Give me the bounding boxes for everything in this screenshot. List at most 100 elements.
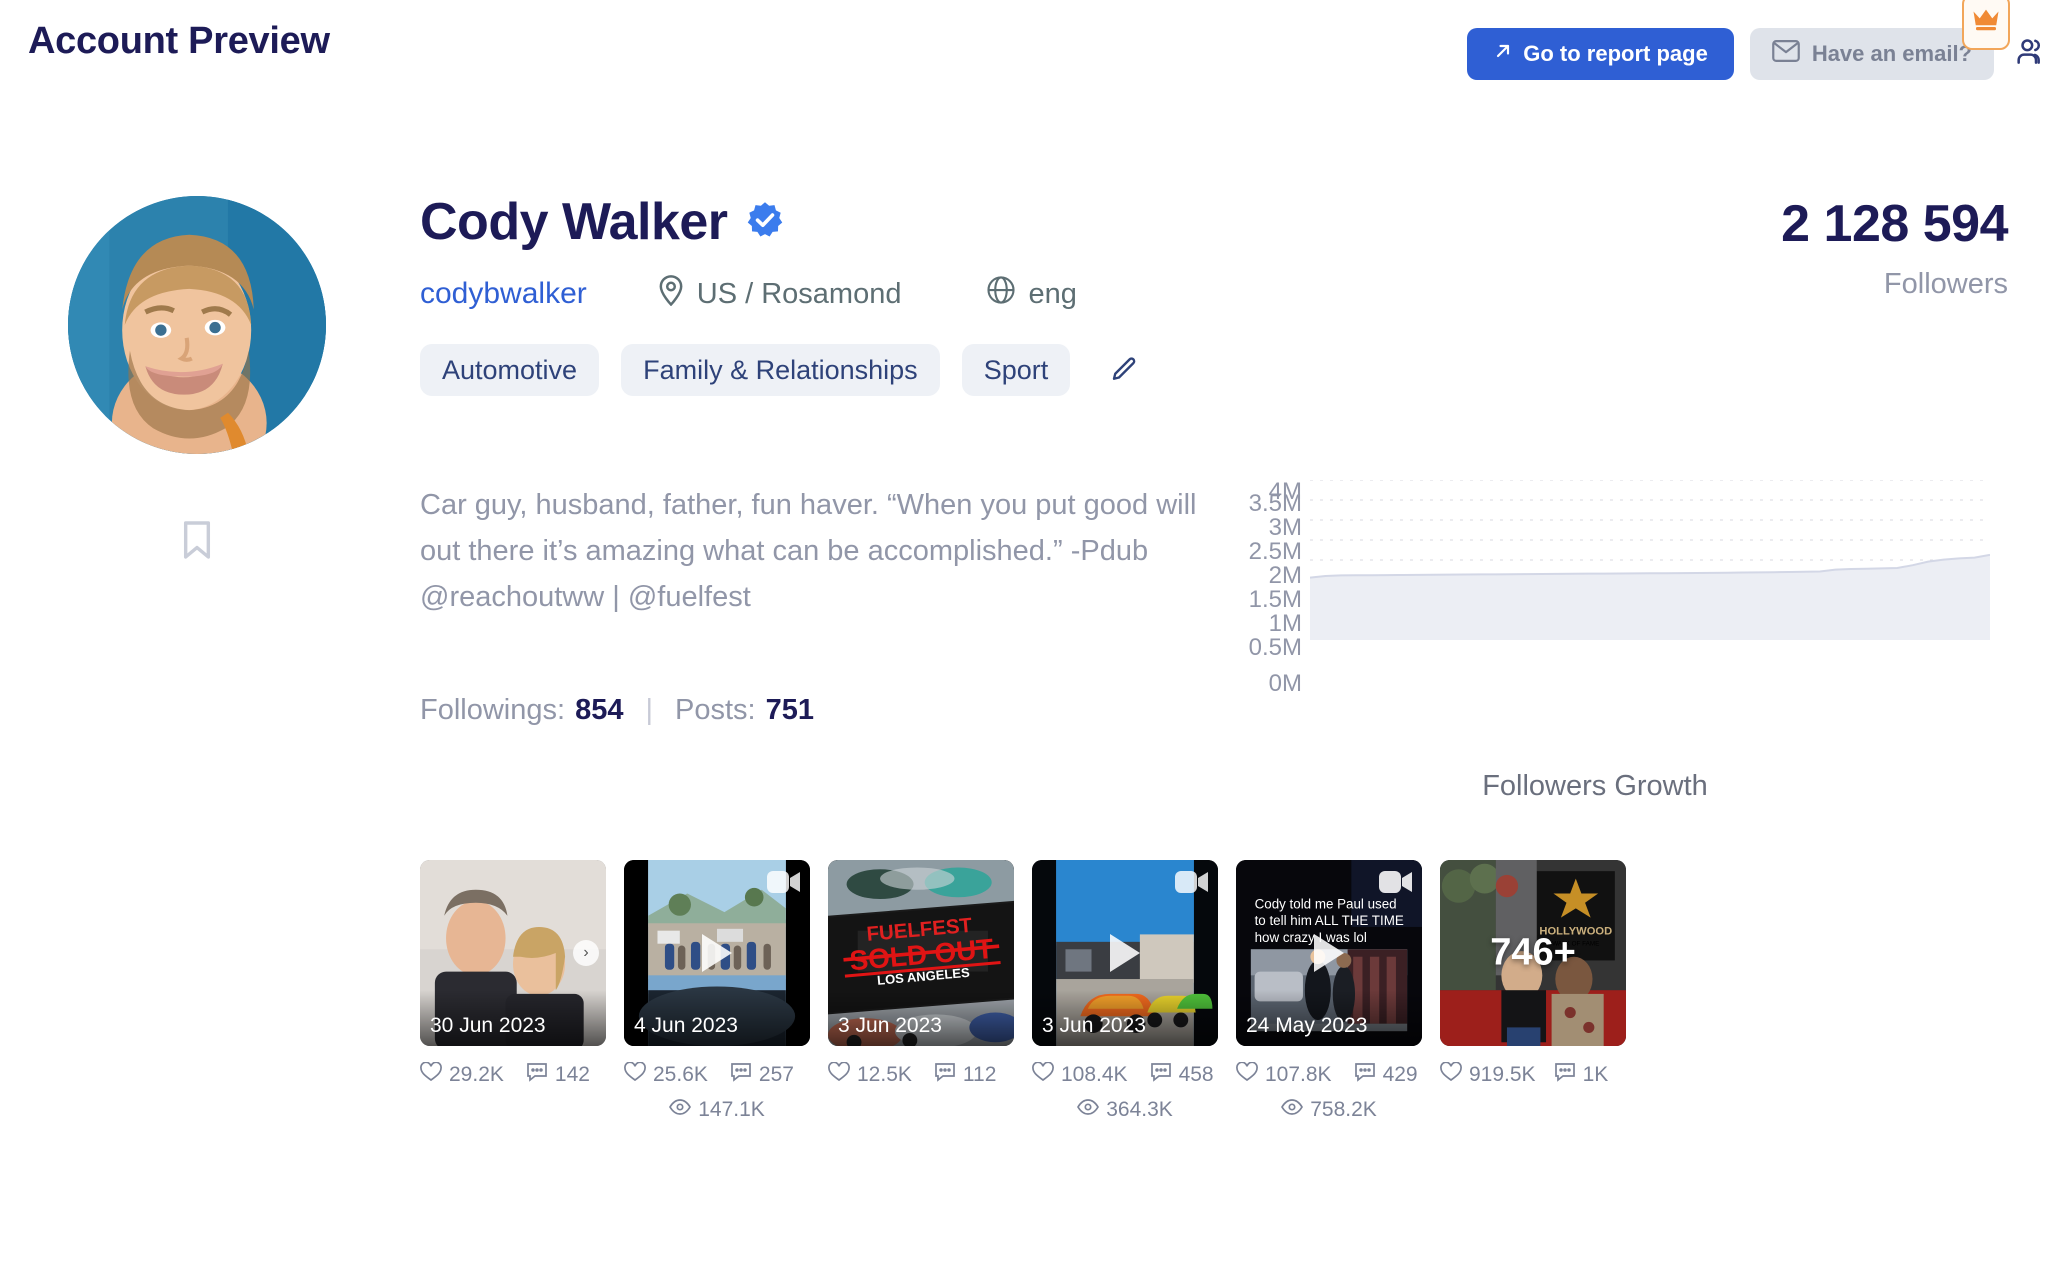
post-1-likes-value: 29.2K (449, 1063, 504, 1086)
post-1-likes: 29.2K (420, 1061, 504, 1088)
chart-y-tick: 0.5M (1248, 634, 1302, 661)
post-6-thumbnail[interactable]: HOLLYWOOD WALK OF FAME 746+ (1440, 860, 1626, 1046)
post-1-date: 30 Jun 2023 (420, 990, 606, 1046)
location-info: US / Rosamond (657, 274, 902, 314)
avatar-image (68, 196, 326, 454)
globe-icon (986, 275, 1016, 313)
have-an-email-label: Have an email? (1811, 41, 1972, 66)
comment-icon (526, 1062, 548, 1088)
svg-text:how crazy I was lol: how crazy I was lol (1255, 930, 1367, 945)
chart-y-axis: 4M 3.5M 3M 2.5M 2M 1.5M 1M 0.5M 0M (1200, 480, 1310, 696)
post-2-date: 4 Jun 2023 (624, 990, 810, 1046)
heart-icon (1440, 1061, 1462, 1088)
post-6-comments-value: 1K (1582, 1063, 1609, 1086)
followers-block: 2 128 594 Followers (1781, 198, 2008, 301)
pencil-icon[interactable] (1102, 348, 1146, 392)
tag-sport[interactable]: Sport (961, 344, 1071, 396)
chart-area-series (1310, 480, 1990, 640)
heart-icon (1032, 1061, 1054, 1088)
post-6-stats: 919.5K 1K (1440, 1061, 1626, 1088)
post-2-thumbnail[interactable]: 4 Jun 2023 (624, 860, 810, 1046)
heart-icon (1236, 1061, 1258, 1088)
heart-icon (420, 1061, 442, 1088)
bio-links: @reachoutww | @fuelfest (420, 581, 751, 613)
post-3-date: 3 Jun 2023 (828, 990, 1014, 1046)
identity-block: Cody Walker codybwalker US / Rosamond en… (420, 196, 1146, 396)
location-text: US / Rosamond (696, 277, 902, 310)
go-to-report-page-label: Go to report page (1523, 41, 1708, 66)
verified-badge-icon (746, 201, 784, 244)
profile-handle-link[interactable]: codybwalker (420, 277, 587, 311)
language-info: eng (986, 275, 1077, 313)
post-5: Cody told me Paul used to tell him ALL T… (1236, 860, 1422, 1132)
tags-row: Automotive Family & Relationships Sport (420, 344, 1146, 396)
post-2-comments-value: 257 (758, 1063, 794, 1086)
profile-avatar[interactable] (68, 196, 326, 454)
comment-icon (1554, 1062, 1576, 1088)
premium-crown-badge[interactable] (1962, 0, 2010, 50)
play-icon[interactable] (702, 934, 732, 972)
post-6-likes-value: 919.5K (1469, 1063, 1536, 1086)
post-3-likes-value: 12.5K (857, 1063, 912, 1086)
counts-row: Followings: 854 | Posts: 751 (420, 694, 814, 727)
post-5-likes: 107.8K (1236, 1061, 1332, 1088)
post-5-thumbnail[interactable]: Cody told me Paul used to tell him ALL T… (1236, 860, 1422, 1046)
language-text: eng (1028, 277, 1077, 310)
post-4-date: 3 Jun 2023 (1032, 990, 1218, 1046)
name-row: Cody Walker (420, 196, 1146, 248)
post-4-likes: 108.4K (1032, 1061, 1128, 1088)
chart-y-tick: 0M (1268, 670, 1302, 697)
post-5-views: 758.2K (1281, 1098, 1377, 1122)
post-2: 4 Jun 2023 25.6K 257 147.1K (624, 860, 810, 1132)
bookmark-icon[interactable] (180, 519, 214, 566)
post-4-comments: 458 (1150, 1062, 1214, 1088)
post-2-likes-value: 25.6K (653, 1063, 708, 1086)
tag-automotive[interactable]: Automotive (420, 344, 600, 396)
post-4-views: 364.3K (1077, 1098, 1173, 1122)
post-3-comments-value: 112 (962, 1063, 997, 1086)
page-title: Account Preview (28, 20, 330, 62)
bio-text: Car guy, husband, father, fun haver. “Wh… (420, 489, 1197, 567)
carousel-next-icon[interactable]: › (573, 940, 599, 966)
eye-icon (1077, 1098, 1100, 1122)
post-2-comments: 257 (730, 1062, 794, 1088)
followings-value: 854 (575, 694, 624, 726)
eye-icon (1281, 1098, 1304, 1122)
post-4-stats: 108.4K 458 364.3K (1032, 1061, 1218, 1122)
video-icon (1175, 869, 1209, 895)
post-4-thumbnail[interactable]: 3 Jun 2023 (1032, 860, 1218, 1046)
posts-value: 751 (765, 694, 814, 726)
play-icon[interactable] (1110, 934, 1140, 972)
comment-icon (1354, 1062, 1376, 1088)
avatar-column (62, 196, 332, 566)
have-an-email-button[interactable]: Have an email? (1749, 0, 2010, 80)
svg-text:to tell him ALL THE TIME: to tell him ALL THE TIME (1255, 913, 1404, 928)
people-icon[interactable] (2016, 36, 2048, 73)
chart-y-tick: 3.5M (1248, 490, 1302, 517)
post-4-likes-value: 108.4K (1061, 1063, 1128, 1086)
envelope-icon (1771, 40, 1800, 68)
followers-count: 2 128 594 (1781, 195, 2008, 253)
play-icon[interactable] (1314, 934, 1344, 972)
post-1: › 30 Jun 2023 29.2K 142 (420, 860, 606, 1132)
eye-icon (669, 1098, 692, 1122)
comment-icon (934, 1062, 956, 1088)
tag-family-relationships[interactable]: Family & Relationships (621, 344, 940, 396)
post-6-likes: 919.5K (1440, 1061, 1536, 1088)
page-header: Account Preview Go to report page Have a… (0, 0, 2064, 100)
chart-y-tick: 3M (1268, 514, 1302, 541)
post-3-likes: 12.5K (828, 1061, 912, 1088)
post-4-comments-value: 458 (1178, 1063, 1214, 1086)
chart-y-tick: 1M (1268, 610, 1302, 637)
followers-growth-chart: 4M 3.5M 3M 2.5M 2M 1.5M 1M 0.5M 0M (1200, 479, 1990, 696)
post-6: HOLLYWOOD WALK OF FAME 746+ (1440, 860, 1626, 1132)
chart-plot-area (1310, 480, 1990, 640)
go-to-report-page-button[interactable]: Go to report page (1467, 28, 1734, 80)
heart-icon (828, 1061, 850, 1088)
post-3-thumbnail[interactable]: FUELFEST SOLD OUT LOS ANGELES 3 Jun 2023 (828, 860, 1014, 1046)
post-5-likes-value: 107.8K (1265, 1063, 1332, 1086)
arrow-up-right-icon (1493, 41, 1513, 67)
display-name: Cody Walker (420, 193, 728, 251)
post-1-thumbnail[interactable]: › 30 Jun 2023 (420, 860, 606, 1046)
post-3-comments: 112 (934, 1062, 996, 1088)
